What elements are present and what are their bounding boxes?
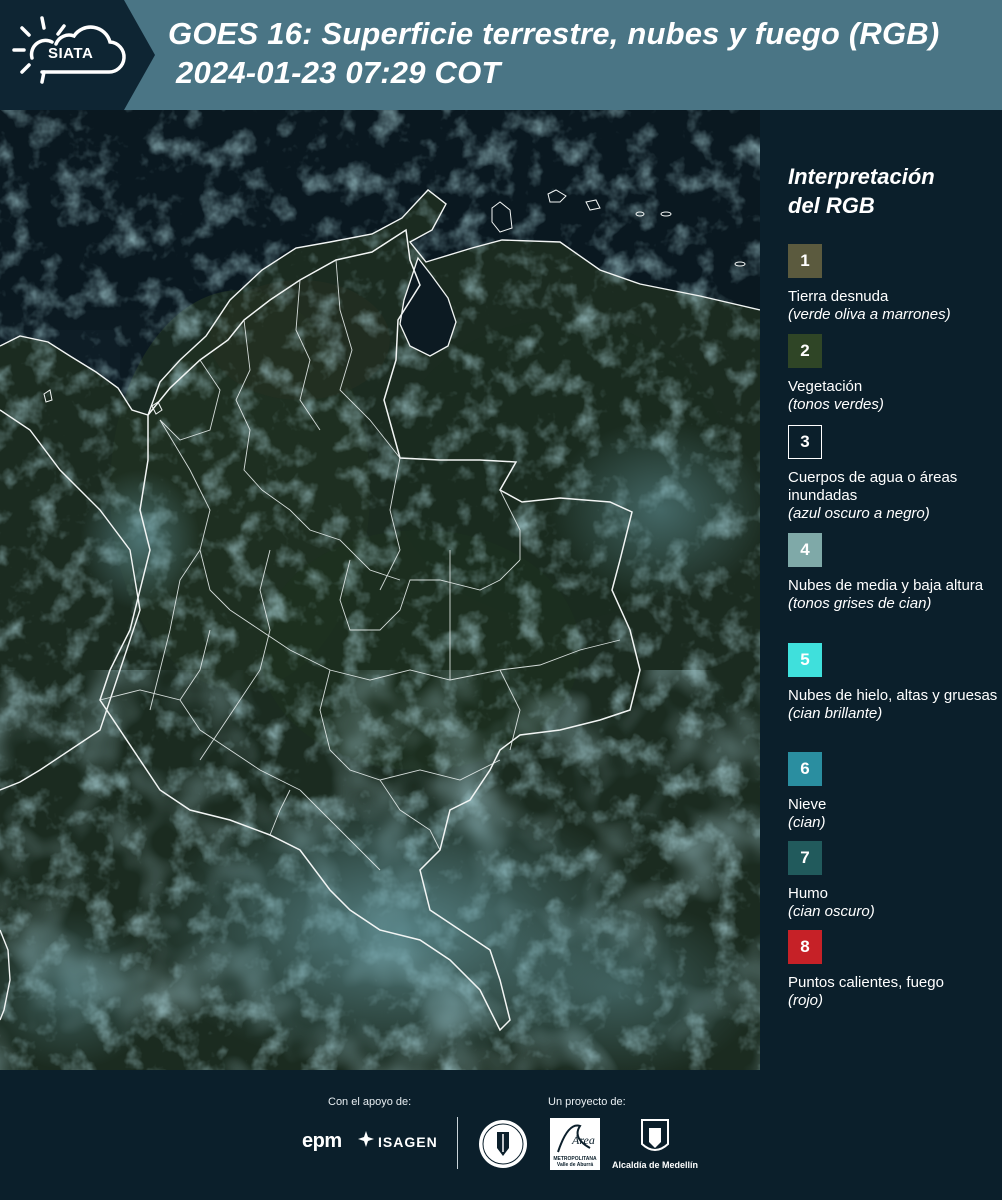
legend-item-bare-soil: 1 Tierra desnuda (verde oliva a marrones… [788, 244, 998, 324]
siata-logo[interactable]: SIATA [0, 0, 155, 110]
legend-title-line2: del RGB [788, 193, 875, 218]
medellin-label: Alcaldía de Medellín [612, 1160, 699, 1170]
footer: Con el apoyo de: Un proyecto de: epm ISA… [0, 1070, 1002, 1200]
area-logo-mark: Área [557, 1124, 595, 1153]
legend-swatch: 1 [788, 244, 822, 278]
legend-label: Nubes de media y baja altura [788, 577, 984, 594]
legend-note: (cian brillante) [788, 705, 883, 722]
legend-item-water: 3 Cuerpos de agua o áreas inundadas (azu… [788, 425, 998, 523]
medellin-seal-icon[interactable] [640, 1118, 670, 1158]
legend-item-smoke: 7 Humo (cian oscuro) [788, 841, 998, 921]
legend-label: Tierra desnuda [788, 288, 889, 305]
legend-item-snow: 6 Nieve (cian) [788, 752, 998, 832]
legend-note: (azul oscuro a negro) [788, 505, 930, 522]
legend-label: Nieve [788, 796, 827, 813]
area-logo-text: Área [571, 1133, 595, 1147]
legend-note: (cian oscuro) [788, 903, 875, 920]
legend-label: Nubes de hielo, altas y gruesas [788, 687, 998, 704]
logo-text: SIATA [48, 45, 94, 62]
satellite-image [0, 110, 760, 1070]
area-subtext: METROPOLITANA Valle de Aburrá [553, 1156, 597, 1168]
support-label: Con el apoyo de: [328, 1096, 412, 1108]
legend-title-line1: Interpretación [788, 164, 935, 189]
legend-swatch: 6 [788, 752, 822, 786]
legend-panel: Interpretación del RGB 1 Tierra desnuda … [762, 110, 1002, 1070]
legend-item-vegetation: 2 Vegetación (tonos verdes) [788, 334, 998, 414]
legend-item-ice-clouds: 5 Nubes de hielo, altas y gruesas (cian … [788, 643, 998, 723]
legend-title: Interpretación del RGB [788, 162, 988, 220]
legend-item-low-clouds: 4 Nubes de media y baja altura (tonos gr… [788, 533, 998, 613]
project-label: Un proyecto de: [548, 1096, 626, 1108]
legend-item-fire: 8 Puntos calientes, fuego (rojo) [788, 930, 998, 1010]
page-title: GOES 16: Superficie terrestre, nubes y f… [168, 16, 940, 51]
legend-swatch: 8 [788, 930, 822, 964]
satellite-map[interactable] [0, 110, 760, 1070]
page-datetime: 2024-01-23 07:29 COT [176, 55, 501, 90]
legend-note: (rojo) [788, 992, 824, 1009]
isagen-icon [358, 1131, 374, 1147]
legend-label: Humo [788, 885, 829, 902]
isagen-logo[interactable]: ISAGEN [378, 1134, 438, 1150]
legend-label: Cuerpos de agua o áreas inundadas [788, 469, 958, 504]
university-seal-icon[interactable] [477, 1118, 529, 1170]
footer-divider [457, 1117, 458, 1169]
header: SIATA GOES 16: Superficie terrestre, nub… [0, 0, 1002, 110]
legend-label: Vegetación [788, 378, 863, 395]
legend-note: (cian) [788, 814, 826, 831]
legend-swatch: 2 [788, 334, 822, 368]
legend-swatch: 5 [788, 643, 822, 677]
legend-swatch: 7 [788, 841, 822, 875]
legend-note: (tonos grises de cian) [788, 595, 932, 612]
legend-swatch: 3 [788, 425, 822, 459]
legend-label: Puntos calientes, fuego [788, 974, 944, 991]
legend-swatch: 4 [788, 533, 822, 567]
epm-logo[interactable]: epm [302, 1130, 342, 1153]
legend-note: (verde oliva a marrones) [788, 306, 951, 323]
legend-note: (tonos verdes) [788, 396, 884, 413]
